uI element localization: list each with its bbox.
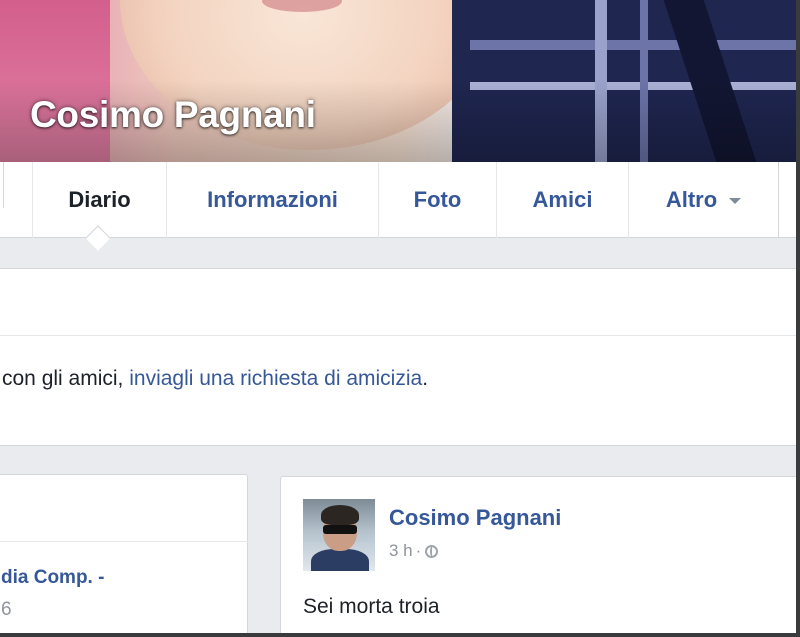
tab-label: Diario	[68, 187, 131, 212]
tab-altro[interactable]: Altro	[628, 162, 778, 238]
profile-name[interactable]: Cosimo Pagnani	[30, 94, 316, 136]
post-card: Cosimo Pagnani 3 h · Sei morta troia	[280, 476, 800, 637]
tab-informazioni[interactable]: Informazioni	[166, 162, 378, 238]
chevron-down-icon	[729, 198, 742, 204]
avatar[interactable]	[303, 499, 375, 571]
friend-request-panel: con gli amici, inviagli una richiesta di…	[0, 268, 800, 446]
tab-label: Informazioni	[207, 187, 338, 212]
meta-separator: ·	[415, 541, 422, 560]
tab-label: Foto	[413, 187, 462, 212]
post-text: Sei morta troia	[303, 595, 440, 618]
profile-tab-bar: Diario Informazioni Foto Amici Altro	[0, 162, 800, 238]
post-author[interactable]: Cosimo Pagnani	[389, 505, 561, 531]
globe-icon[interactable]	[425, 544, 439, 558]
frame-border	[796, 0, 800, 637]
tab-foto[interactable]: Foto	[378, 162, 496, 238]
frame-border	[0, 633, 800, 637]
post-meta: 3 h ·	[389, 541, 439, 561]
tab-amici[interactable]: Amici	[496, 162, 628, 238]
left-card-subtext: 6	[1, 599, 12, 620]
tab-label: Amici	[532, 187, 593, 212]
post-timestamp[interactable]: 3 h	[389, 541, 413, 561]
left-card-link[interactable]: dia Comp. -	[1, 567, 104, 589]
send-friend-request-link[interactable]: inviagli una richiesta di amicizia	[129, 367, 422, 390]
friend-request-message: con gli amici, inviagli una richiesta di…	[2, 367, 429, 390]
tab-label: Altro	[665, 187, 718, 212]
cover-photo[interactable]	[0, 0, 800, 162]
left-column-card: dia Comp. - 6	[0, 474, 249, 637]
